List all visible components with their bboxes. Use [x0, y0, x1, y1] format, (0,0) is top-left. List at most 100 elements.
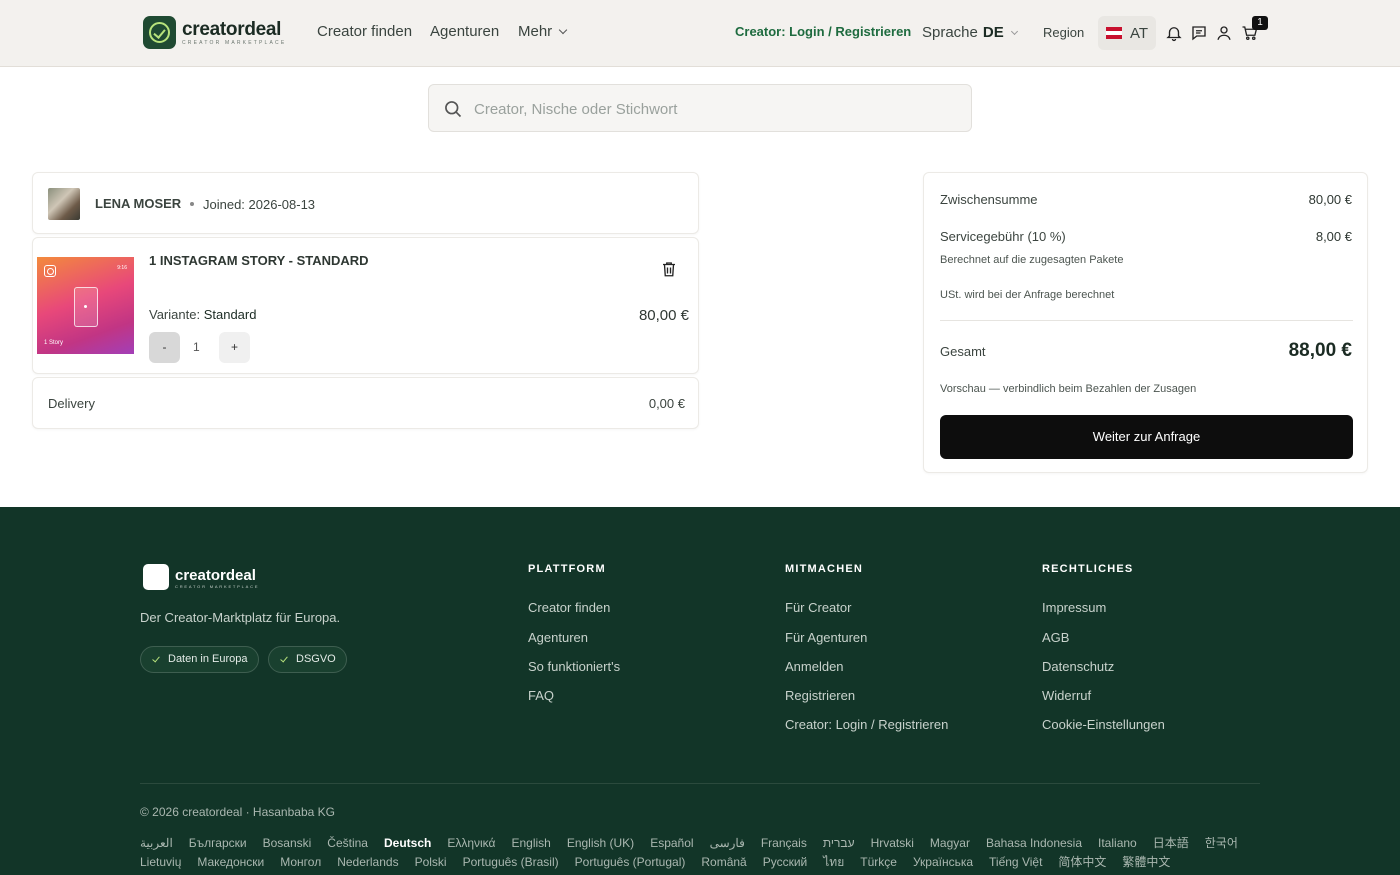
footer-link-creator-finden[interactable]: Creator finden — [528, 600, 610, 615]
language-link[interactable]: Bahasa Indonesia — [986, 836, 1082, 850]
language-link[interactable]: Hrvatski — [871, 836, 914, 850]
language-link[interactable]: Македонски — [197, 855, 264, 869]
language-link[interactable]: Deutsch — [384, 836, 431, 850]
footer-link-for-creators[interactable]: Für Creator — [785, 600, 851, 615]
footer-language-list: Lietuvių Македонски Монгол Nederlands Polski… — [140, 853, 1270, 872]
top-header: creatordeal CREATOR MARKETPLACE Creator … — [0, 0, 1400, 67]
austria-flag-icon — [1106, 27, 1122, 39]
language-link[interactable]: 한국어 — [1205, 836, 1238, 850]
nav-agenturen[interactable]: Agenturen — [430, 23, 499, 40]
language-link[interactable]: Русский — [763, 855, 808, 869]
footer-link-cookie-settings[interactable]: Cookie-Einstellungen — [1042, 717, 1165, 732]
quantity-increase-button[interactable]: + — [219, 332, 250, 363]
item-price: 80,00 € — [638, 307, 689, 324]
nav-creator-finden[interactable]: Creator finden — [317, 23, 412, 40]
nav-mehr[interactable]: Mehr — [518, 23, 568, 40]
language-link[interactable]: English (UK) — [567, 836, 634, 850]
language-link[interactable]: Magyar — [930, 836, 970, 850]
language-link[interactable]: Nederlands — [337, 855, 398, 869]
footer-link-creator-login[interactable]: Creator: Login / Registrieren — [785, 717, 948, 732]
delivery-label: Delivery — [48, 396, 95, 411]
search-icon — [445, 101, 462, 118]
avatar[interactable] — [48, 188, 80, 220]
language-link[interactable]: Română — [701, 855, 746, 869]
region-selector[interactable]: AT — [1098, 16, 1156, 50]
summary-divider — [940, 320, 1353, 321]
quantity-value: 1 — [193, 340, 200, 354]
logo-mark-icon[interactable] — [143, 16, 176, 49]
language-link[interactable]: Bosanski — [263, 836, 312, 850]
cart-count-badge: 1 — [1252, 16, 1268, 30]
language-link[interactable]: Türkçe — [860, 855, 897, 869]
order-summary-card: Zwischensumme 80,00 € Servicegebühr (10 … — [923, 172, 1368, 473]
language-link[interactable]: Ελληνικά — [447, 836, 495, 850]
language-link[interactable]: Polski — [415, 855, 447, 869]
footer-link-agb[interactable]: AGB — [1042, 630, 1069, 645]
language-link[interactable]: Монгол — [280, 855, 321, 869]
user-icon[interactable] — [1215, 24, 1233, 42]
logo-text[interactable]: creatordeal — [182, 19, 281, 41]
language-label: Sprache — [922, 24, 978, 41]
footer-language-list: العربية Български Bosanski Čeština Deutsch Ελ… — [140, 834, 1270, 851]
footer-link-how-it-works[interactable]: So funktioniert's — [528, 659, 620, 674]
language-code: DE — [982, 24, 1004, 41]
search-input[interactable] — [474, 98, 954, 120]
language-link[interactable]: Français — [761, 836, 807, 850]
language-link[interactable]: Português (Portugal) — [575, 855, 686, 869]
footer-link-impressum[interactable]: Impressum — [1042, 600, 1106, 615]
service-fee-value: 8,00 € — [1315, 229, 1352, 244]
footer-link-register[interactable]: Registrieren — [785, 688, 855, 703]
phone-icon — [74, 287, 98, 327]
chevron-down-icon — [1010, 27, 1018, 36]
language-link[interactable]: Български — [189, 836, 247, 850]
footer-link-for-agencies[interactable]: Für Agenturen — [785, 630, 867, 645]
language-link[interactable]: 日本語 — [1153, 836, 1189, 850]
footer-heading-platform: PLATTFORM — [528, 563, 606, 575]
service-fee-note: Berechnet auf die zugesagten Pakete — [940, 254, 1124, 266]
creator-name[interactable]: LENA MOSER — [95, 196, 181, 211]
language-link[interactable]: ไทย — [823, 855, 844, 869]
language-link[interactable]: Español — [650, 836, 693, 850]
vat-note: USt. wird bei der Anfrage berechnet — [940, 289, 1115, 301]
subtotal-label: Zwischensumme — [940, 192, 1038, 207]
badge-data-in-europe: Daten in Europa — [140, 646, 259, 673]
delivery-card: Delivery 0,00 € — [32, 377, 699, 429]
language-link[interactable]: Čeština — [327, 836, 368, 850]
footer-link-faq[interactable]: FAQ — [528, 688, 554, 703]
chat-icon[interactable] — [1190, 24, 1208, 42]
continue-to-request-button[interactable]: Weiter zur Anfrage — [940, 415, 1353, 459]
cart-item-card: 9:16 1 Story 1 INSTAGRAM STORY - STANDAR… — [32, 237, 699, 374]
language-link[interactable]: 简体中文 — [1058, 855, 1106, 869]
language-link[interactable]: Italiano — [1098, 836, 1137, 850]
thumb-ratio: 9:16 — [117, 265, 127, 271]
search-bar — [428, 84, 972, 132]
language-link[interactable]: العربية — [140, 836, 173, 850]
region-code: AT — [1130, 25, 1149, 42]
footer-link-withdrawal[interactable]: Widerruf — [1042, 688, 1091, 703]
language-link[interactable]: English — [511, 836, 550, 850]
language-link[interactable]: Lietuvių — [140, 855, 181, 869]
trash-icon[interactable] — [660, 259, 678, 279]
footer-logo-text[interactable]: creatordeal — [175, 567, 256, 584]
language-selector[interactable]: Sprache DE — [922, 24, 1018, 41]
package-thumbnail: 9:16 1 Story — [37, 257, 134, 354]
footer-logo-icon[interactable] — [143, 564, 169, 590]
language-link[interactable]: Português (Brasil) — [463, 855, 559, 869]
language-link[interactable]: Українська — [913, 855, 973, 869]
footer-link-login[interactable]: Anmelden — [785, 659, 844, 674]
footer-heading-legal: RECHTLICHES — [1042, 563, 1134, 575]
language-link[interactable]: فارسی — [710, 836, 745, 850]
preview-note: Vorschau — verbindlich beim Bezahlen der… — [940, 383, 1197, 395]
badge-dsgvo: DSGVO — [268, 646, 347, 673]
creator-login-link[interactable]: Creator: Login / Registrieren — [735, 24, 911, 39]
language-link[interactable]: עברית — [823, 836, 855, 850]
footer-link-agenturen[interactable]: Agenturen — [528, 630, 588, 645]
bell-icon[interactable] — [1165, 24, 1183, 42]
thumb-label: 1 Story — [44, 340, 64, 346]
language-link[interactable]: Tiếng Việt — [989, 855, 1042, 869]
language-link[interactable]: 繁體中文 — [1122, 855, 1170, 869]
footer-link-privacy[interactable]: Datenschutz — [1042, 659, 1114, 674]
footer: creatordeal CREATOR MARKETPLACE Der Crea… — [0, 507, 1400, 875]
quantity-decrease-button[interactable]: - — [149, 332, 180, 363]
variant-label: Variante: — [149, 307, 201, 322]
